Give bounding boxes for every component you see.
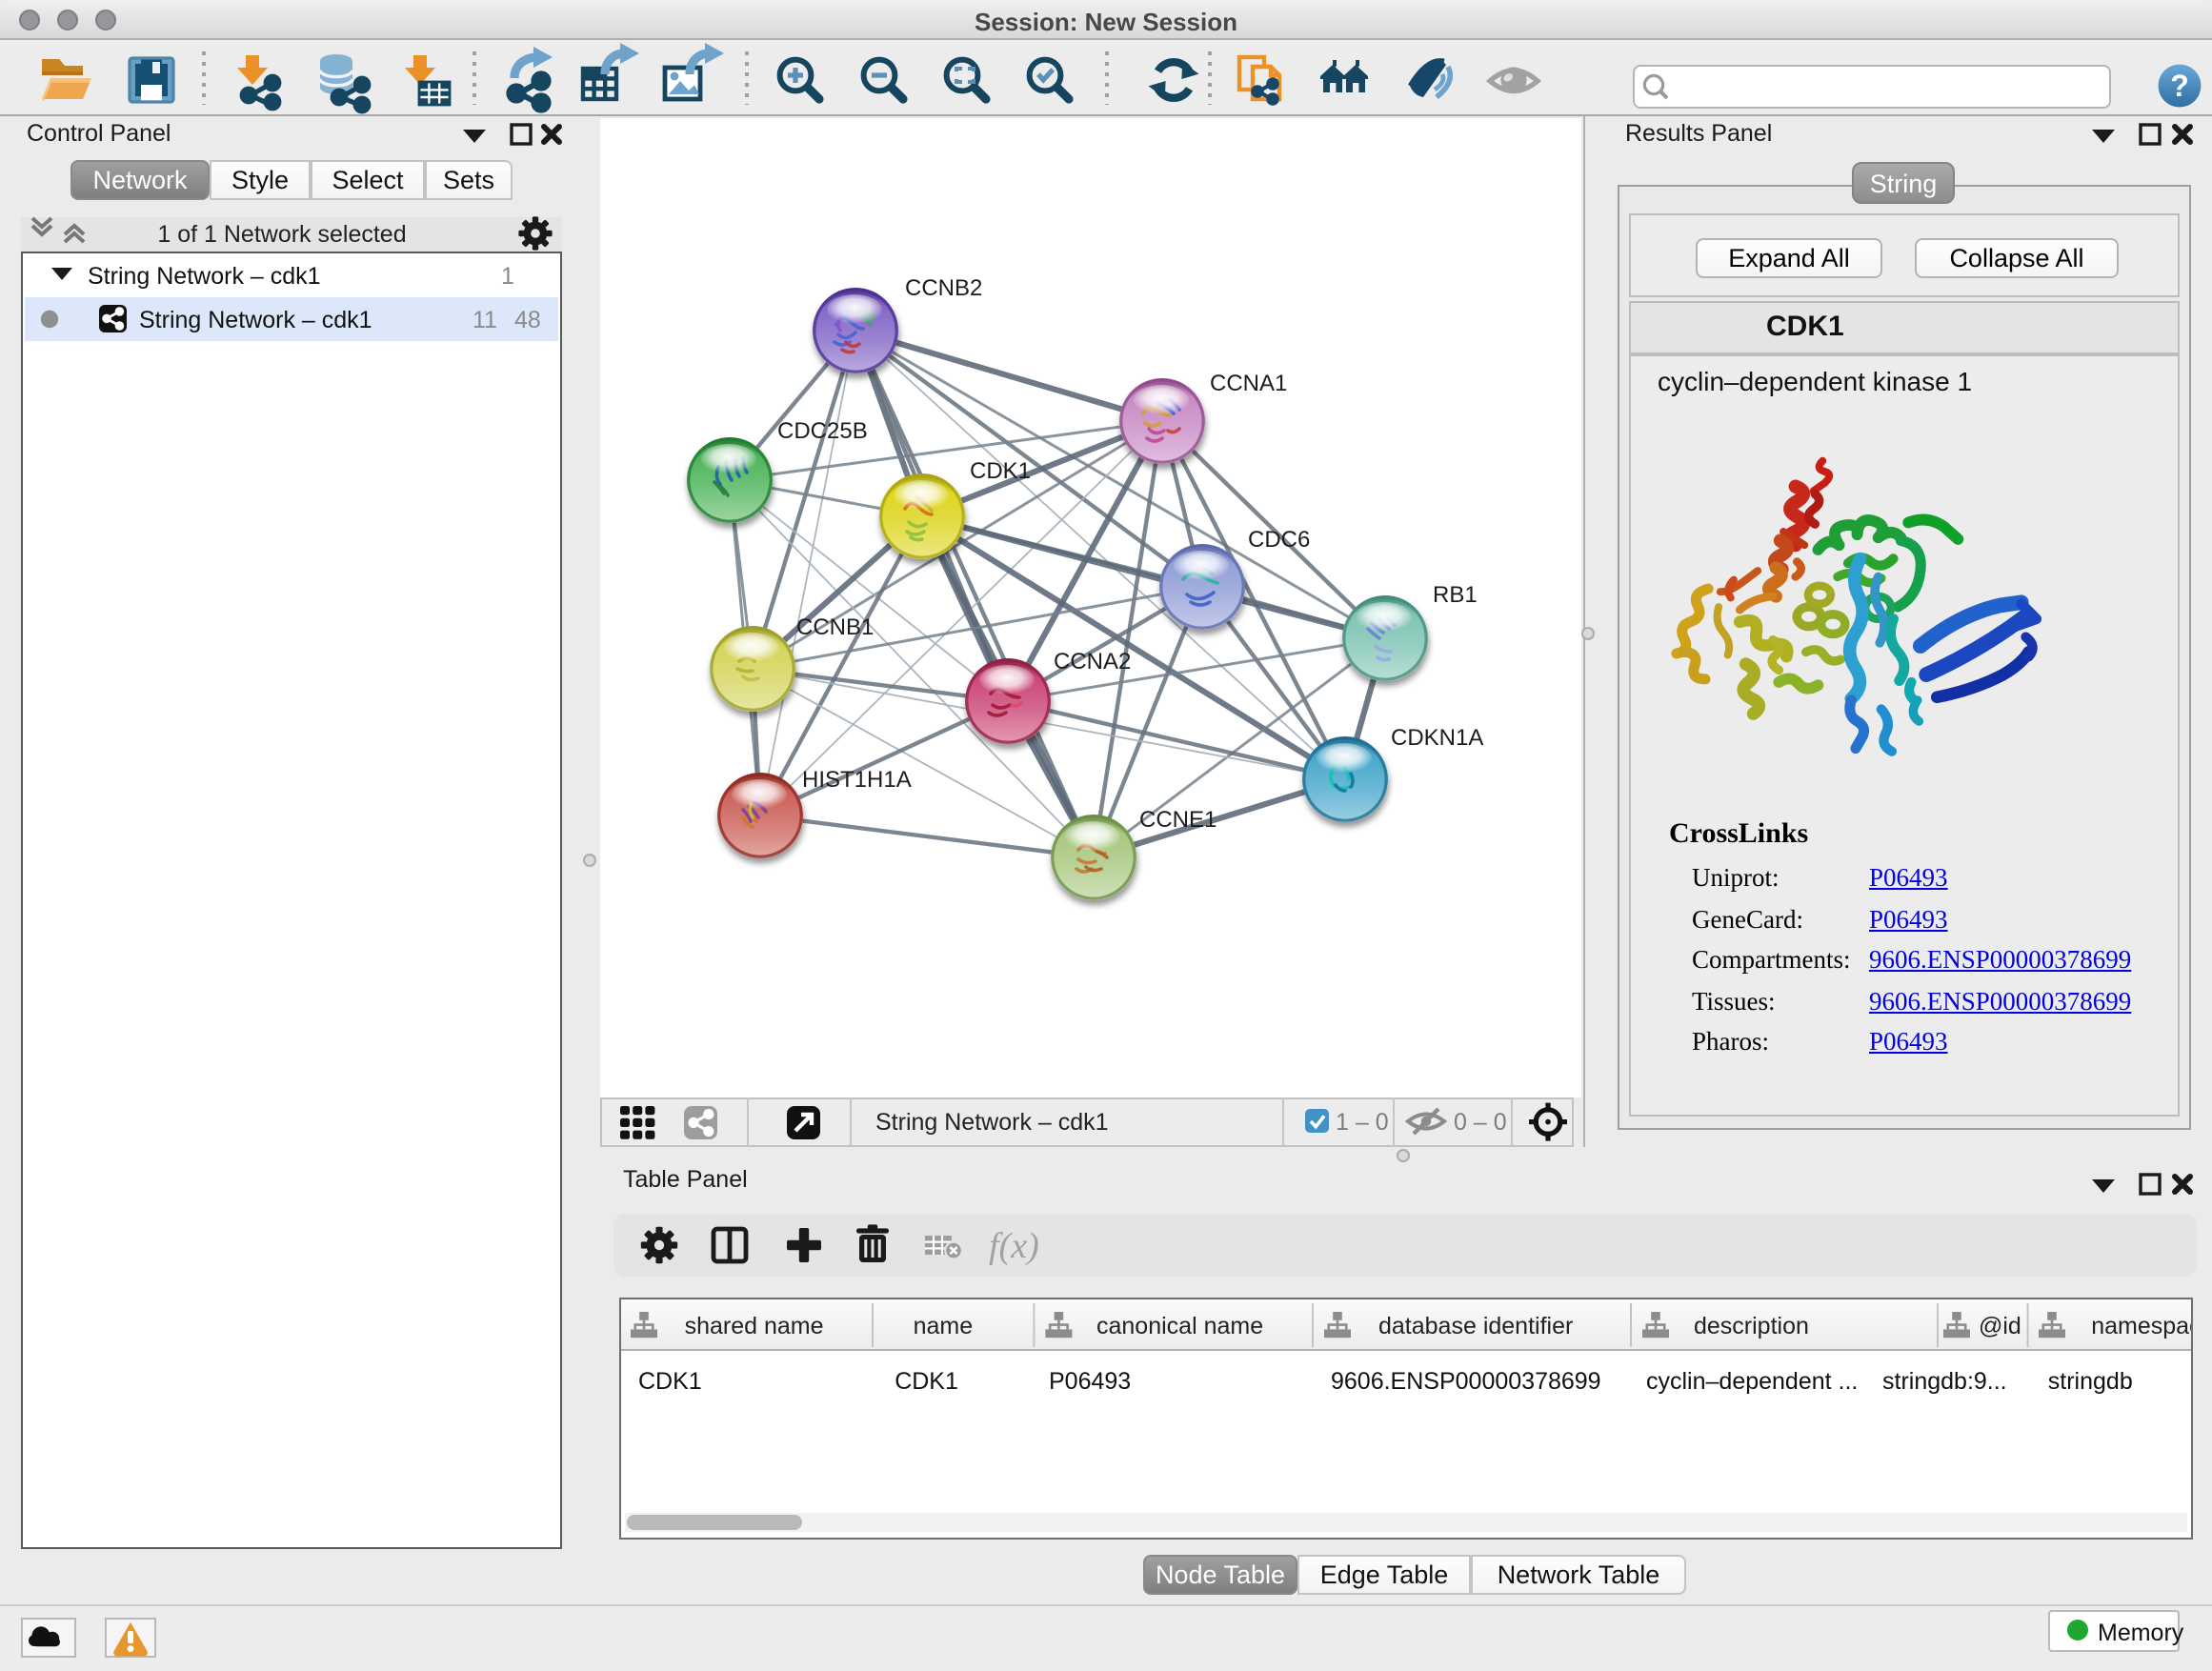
svg-text:CCNA1: CCNA1 [1210, 371, 1287, 396]
svg-text:HIST1H1A: HIST1H1A [802, 767, 912, 793]
svg-text:CCNE1: CCNE1 [1139, 807, 1217, 833]
svg-text:CDC25B: CDC25B [777, 418, 868, 444]
svg-text:CCNB2: CCNB2 [905, 275, 982, 301]
svg-text:CDK1: CDK1 [970, 458, 1031, 484]
svg-text:CCNA2: CCNA2 [1054, 649, 1131, 674]
svg-text:CDKN1A: CDKN1A [1391, 725, 1483, 751]
svg-text:RB1: RB1 [1433, 582, 1478, 608]
svg-text:?: ? [2170, 69, 2189, 103]
svg-text:CDC6: CDC6 [1248, 527, 1310, 553]
svg-text:f(x): f(x) [988, 1226, 1038, 1266]
svg-text:CCNB1: CCNB1 [796, 614, 874, 640]
